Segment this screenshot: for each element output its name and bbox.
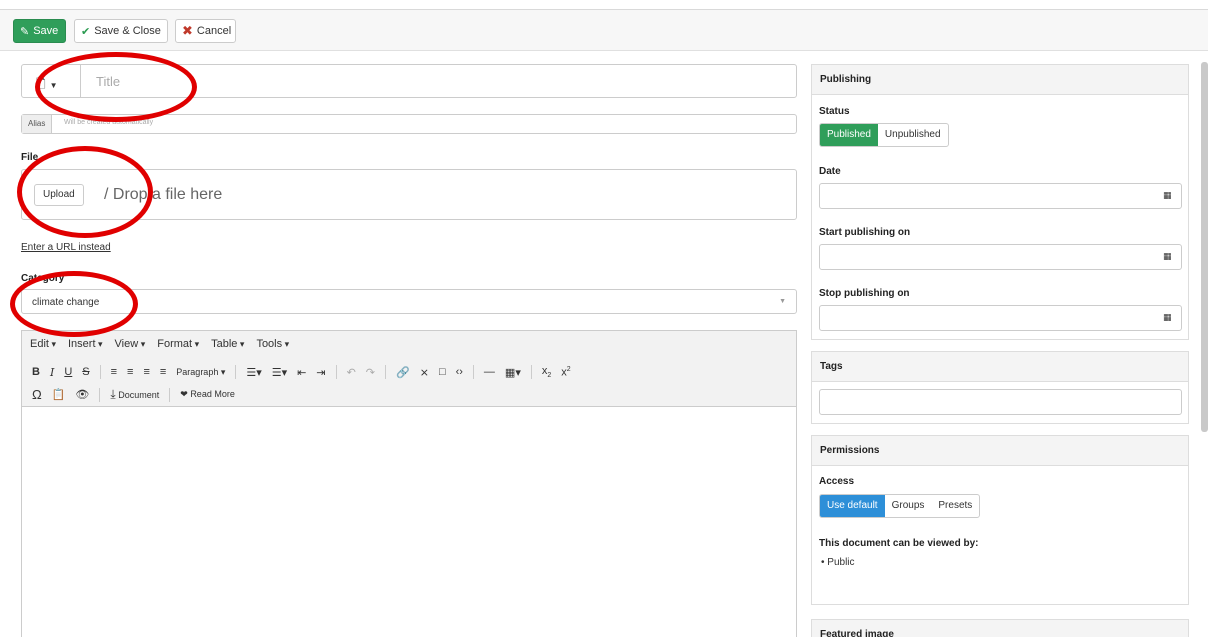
align-left-icon[interactable]: ≡ (111, 366, 117, 378)
toolbar-separator (385, 365, 387, 380)
alias-label: Alias (22, 115, 53, 133)
menu-tools[interactable]: Tools (256, 338, 289, 350)
numbered-list-icon[interactable]: ☰▾ (272, 366, 287, 379)
menu-insert[interactable]: Insert (68, 338, 103, 350)
page-scrollbar[interactable] (1201, 62, 1208, 432)
editor-toolbars: Edit Insert View Format Table Tools B I … (22, 331, 796, 407)
redo-icon[interactable]: ↷ (366, 366, 375, 379)
document-label: Document (118, 390, 160, 400)
align-right-icon[interactable]: ≡ (143, 366, 149, 378)
tags-panel: Tags (811, 351, 1189, 424)
stop-publishing-input[interactable]: ▦ (819, 305, 1182, 331)
table-icon[interactable]: ▦▾ (505, 366, 521, 379)
paragraph-dropdown[interactable]: Paragraph ▾ (176, 367, 225, 378)
close-icon: ✖ (182, 23, 193, 38)
permissions-panel: Permissions Access Use default Groups Pr… (811, 435, 1189, 605)
access-toggle: Use default Groups Presets (819, 494, 981, 518)
unlink-icon[interactable]: ⨯ (420, 366, 429, 379)
read-more-button[interactable]: ❤ Read More (180, 389, 235, 400)
status-label: Status (819, 106, 850, 117)
featured-image-title: Featured image (812, 620, 1188, 637)
action-toolbar: ✎ Save ✔ Save & Close ✖ Cancel (0, 10, 1208, 51)
link-icon[interactable]: 🔗 (396, 366, 410, 379)
superscript-icon[interactable]: x2 (561, 366, 570, 379)
check-icon: ✔ (81, 25, 91, 38)
save-button[interactable]: ✎ Save (13, 19, 66, 43)
featured-image-panel: Featured image (811, 619, 1189, 637)
tags-title: Tags (812, 352, 1188, 382)
toolbar-separator (235, 365, 237, 380)
bookmark-icon[interactable]: □ (439, 366, 446, 378)
document-button[interactable]: ⤓ Document (110, 387, 159, 402)
paragraph-label: Paragraph (176, 366, 219, 377)
horizontal-rule-icon[interactable]: — (484, 366, 495, 378)
menu-table[interactable]: Table (211, 338, 244, 350)
menu-format[interactable]: Format (157, 338, 199, 350)
editor-insert-toolbar: Ω 📋 👁 ⤓ Document ❤ Read More (32, 387, 235, 402)
publishing-panel: Publishing Status Published Unpublished … (811, 64, 1189, 340)
omega-icon[interactable]: Ω (32, 387, 42, 402)
editor-format-toolbar: B I U S ≡ ≡ ≡ ≡ Paragraph ▾ ☰▾ ☰▾ ⇤ ⇥ ↶ … (32, 365, 571, 379)
start-publishing-input[interactable]: ▦ (819, 244, 1182, 270)
subscript-icon[interactable]: x2 (542, 365, 551, 379)
align-justify-icon[interactable]: ≡ (160, 366, 166, 378)
bullet-list-icon[interactable]: ☰▾ (246, 366, 261, 379)
toolbar-separator (99, 365, 101, 380)
menu-view[interactable]: View (115, 338, 146, 350)
paste-icon[interactable]: 📋 (52, 388, 66, 401)
access-use-default[interactable]: Use default (820, 495, 885, 517)
access-presets[interactable]: Presets (931, 495, 979, 517)
menu-edit[interactable]: Edit (30, 338, 56, 350)
enter-url-link[interactable]: Enter a URL instead (21, 242, 111, 253)
save-label: Save (33, 25, 59, 37)
viewer-public: • Public (821, 557, 855, 568)
status-unpublished[interactable]: Unpublished (878, 124, 948, 146)
annotation-circle-title (35, 52, 197, 122)
publishing-title: Publishing (812, 65, 1188, 95)
chevron-down-icon: ❤ (180, 389, 188, 399)
date-input[interactable]: ▦ (819, 183, 1182, 209)
toolbar-separator (99, 387, 101, 402)
viewed-by-label: This document can be viewed by: (819, 538, 979, 549)
outdent-icon[interactable]: ⇤ (297, 366, 306, 379)
tags-input[interactable] (819, 389, 1182, 415)
toolbar-separator (472, 365, 474, 380)
chevron-down-icon: ▼ (779, 298, 786, 305)
pencil-icon: ✎ (20, 25, 30, 38)
code-icon[interactable]: ‹› (456, 366, 463, 378)
italic-icon[interactable]: I (50, 366, 54, 379)
strikethrough-icon[interactable]: S (82, 366, 89, 378)
save-close-label: Save & Close (94, 25, 161, 37)
cancel-button[interactable]: ✖ Cancel (175, 19, 236, 43)
save-close-button[interactable]: ✔ Save & Close (74, 19, 168, 43)
download-icon: ⤓ (110, 387, 116, 401)
toolbar-separator (530, 365, 532, 380)
date-label: Date (819, 166, 841, 177)
bold-icon[interactable]: B (32, 366, 40, 378)
start-publishing-label: Start publishing on (819, 227, 911, 238)
undo-icon[interactable]: ↶ (347, 366, 356, 379)
calendar-icon[interactable]: ▦ (1163, 190, 1173, 200)
viewer-public-label: Public (827, 557, 855, 568)
indent-icon[interactable]: ⇥ (316, 366, 325, 379)
permissions-title: Permissions (812, 436, 1188, 466)
stop-publishing-label: Stop publishing on (819, 288, 910, 299)
calendar-icon[interactable]: ▦ (1163, 312, 1173, 322)
toolbar-separator (335, 365, 337, 380)
editor-menubar: Edit Insert View Format Table Tools (30, 338, 289, 350)
access-label: Access (819, 476, 855, 487)
access-groups[interactable]: Groups (885, 495, 932, 517)
align-center-icon[interactable]: ≡ (127, 366, 133, 378)
read-more-label: Read More (190, 389, 235, 399)
annotation-circle-category (10, 271, 138, 337)
rich-text-editor[interactable]: Edit Insert View Format Table Tools B I … (21, 330, 797, 637)
annotation-circle-upload (17, 146, 153, 238)
toolbar-separator (169, 387, 171, 402)
status-toggle: Published Unpublished (819, 123, 949, 147)
status-published[interactable]: Published (820, 124, 878, 146)
cancel-label: Cancel (196, 25, 232, 37)
preview-icon[interactable]: 👁 (75, 388, 89, 401)
underline-icon[interactable]: U (64, 366, 72, 378)
calendar-icon[interactable]: ▦ (1163, 251, 1173, 261)
